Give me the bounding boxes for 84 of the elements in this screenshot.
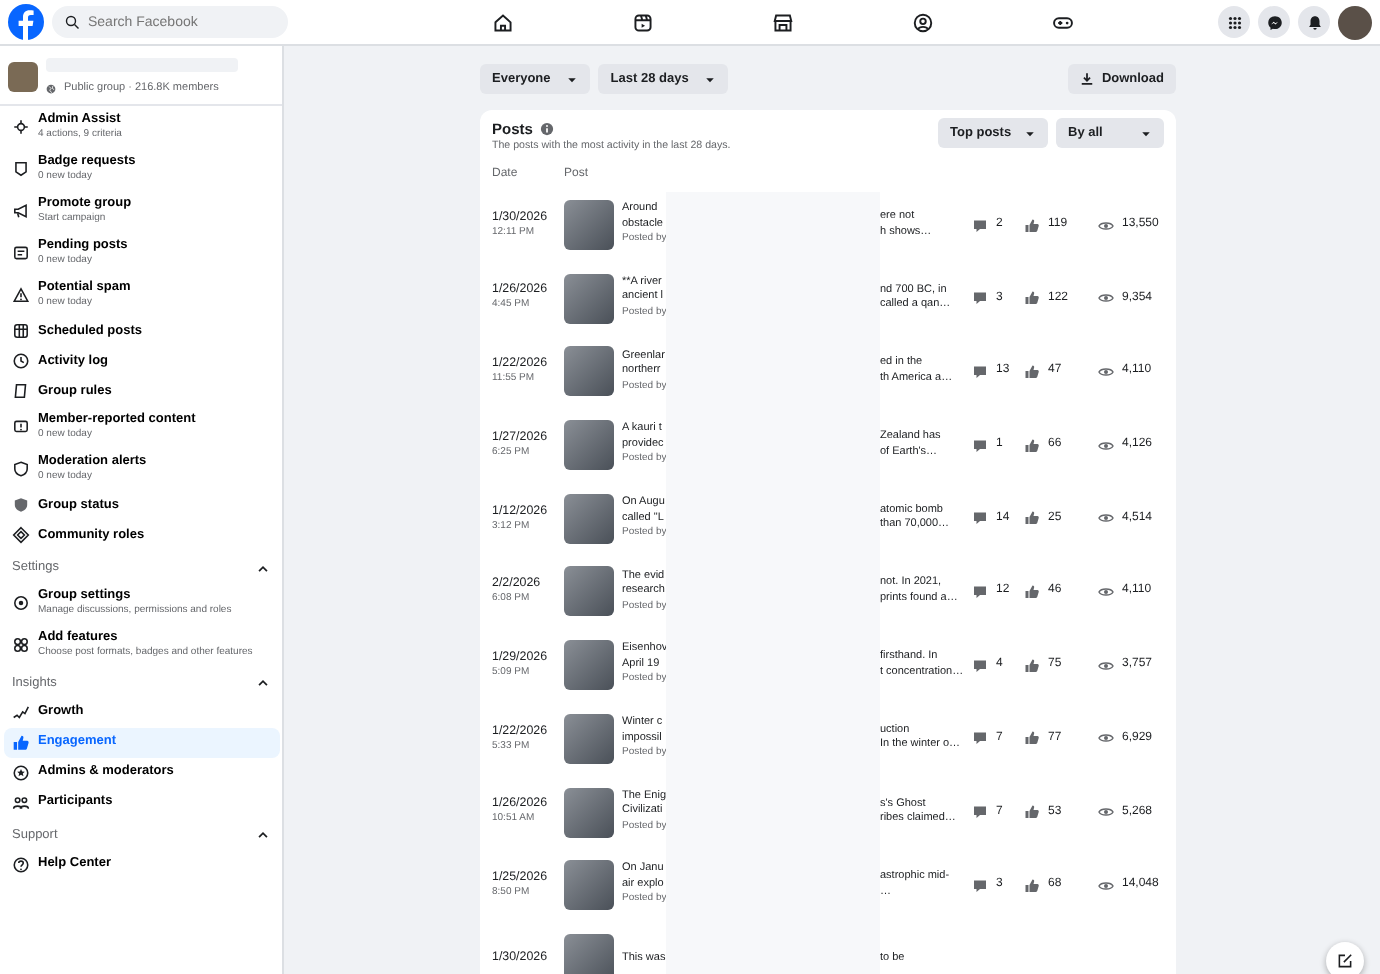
globe-icon <box>46 83 56 94</box>
eye-icon <box>1098 657 1114 674</box>
warning-icon <box>12 286 30 305</box>
eye-icon <box>1098 510 1114 527</box>
like-icon <box>1024 363 1040 380</box>
photo-placeholder <box>564 933 614 974</box>
like-icon <box>1024 510 1040 527</box>
like-icon <box>1024 877 1040 894</box>
people-icon <box>12 793 30 812</box>
like-icon <box>1024 217 1040 234</box>
compose-icon <box>1336 952 1354 970</box>
video-icon[interactable] <box>631 11 653 33</box>
shapes-icon <box>12 636 30 654</box>
photo-placeholder <box>564 200 614 251</box>
comment-icon <box>972 877 988 894</box>
gear-icon <box>12 594 30 612</box>
photo-placeholder <box>564 493 614 544</box>
badge-icon <box>12 160 30 179</box>
like-icon <box>1024 804 1040 821</box>
eye-icon <box>1098 437 1114 454</box>
photo-placeholder <box>564 640 614 691</box>
chat-bubble-icon <box>1265 13 1283 31</box>
eye-icon <box>1098 290 1114 307</box>
photo-placeholder <box>564 860 614 911</box>
caret-icon <box>1140 127 1152 139</box>
like-icon <box>1024 290 1040 307</box>
megaphone-icon <box>12 202 30 221</box>
calendar-icon <box>12 322 30 341</box>
info-icon <box>540 122 555 137</box>
help-icon <box>12 855 30 873</box>
caret-icon <box>1024 127 1036 139</box>
like-icon <box>1024 730 1040 747</box>
photo-placeholder <box>564 273 614 324</box>
alert-shield-icon <box>12 460 30 479</box>
eye-icon <box>1098 217 1114 234</box>
chat-bubble-button[interactable] <box>1258 6 1290 38</box>
facebook-logo-icon[interactable] <box>8 4 44 40</box>
eye-icon <box>1098 583 1114 600</box>
photo-placeholder <box>564 787 614 838</box>
eye-icon <box>1098 363 1114 380</box>
comment-icon <box>972 510 988 527</box>
eye-icon <box>1098 877 1114 894</box>
clock-icon <box>12 352 30 371</box>
storefront-icon[interactable] <box>771 11 793 33</box>
menu-grid-button[interactable] <box>1218 6 1250 38</box>
eye-icon <box>1098 804 1114 821</box>
post-list-icon <box>12 244 30 263</box>
like-icon <box>1024 437 1040 454</box>
chevron-up-icon[interactable] <box>256 561 270 576</box>
comment-icon <box>972 217 988 234</box>
photo-placeholder <box>564 713 614 764</box>
compose-button[interactable] <box>1326 942 1364 974</box>
gamepad-icon[interactable] <box>1051 11 1073 33</box>
diamond-icon <box>12 526 30 545</box>
growth-chart-icon <box>12 703 30 722</box>
comment-icon <box>972 583 988 600</box>
bell-button[interactable] <box>1298 6 1330 38</box>
menu-grid-icon <box>1225 13 1243 31</box>
like-icon <box>1024 583 1040 600</box>
profile-avatar[interactable] <box>1338 5 1372 39</box>
download-icon <box>1079 72 1094 86</box>
comment-icon <box>972 437 988 454</box>
caret-icon <box>566 73 579 85</box>
comment-icon <box>972 657 988 674</box>
comment-icon <box>972 730 988 747</box>
people-circle-icon[interactable] <box>911 11 933 33</box>
group-photo-placeholder <box>8 62 38 93</box>
bell-icon <box>1305 13 1323 31</box>
chevron-up-icon[interactable] <box>256 676 270 691</box>
photo-placeholder <box>564 420 614 471</box>
chevron-up-icon[interactable] <box>256 828 270 843</box>
flag-report-icon <box>12 418 30 437</box>
comment-icon <box>972 804 988 821</box>
comment-icon <box>972 290 988 307</box>
comment-icon <box>972 363 988 380</box>
star-shield-icon <box>12 763 30 782</box>
caret-icon <box>704 73 717 85</box>
photo-placeholder <box>564 566 614 617</box>
shield-icon <box>12 496 30 515</box>
eye-icon <box>1098 730 1114 747</box>
like-icon <box>1024 657 1040 674</box>
thumbs-up-icon <box>12 733 30 752</box>
home-icon[interactable] <box>491 11 513 33</box>
photo-placeholder <box>564 346 614 397</box>
